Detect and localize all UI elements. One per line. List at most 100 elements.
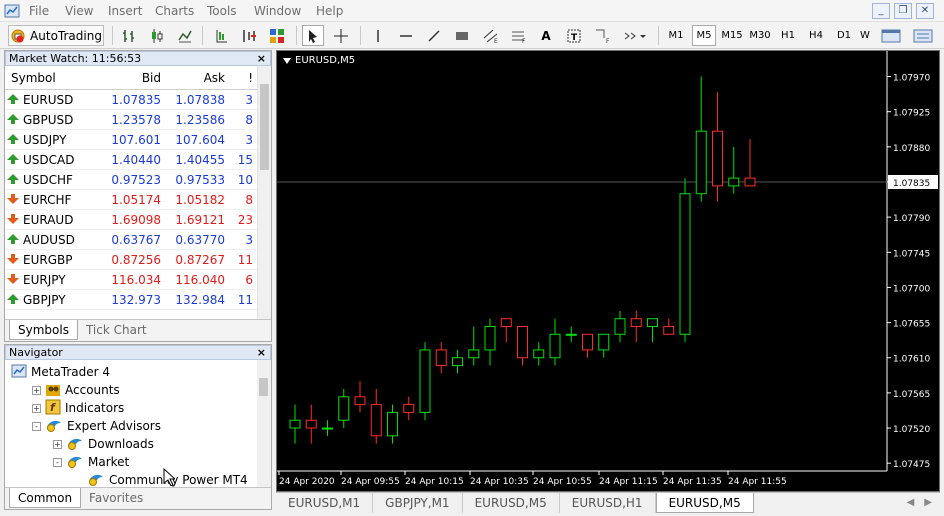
timeframe-d1[interactable]: D1 bbox=[832, 25, 856, 46]
autoscroll-icon[interactable] bbox=[238, 25, 260, 46]
column-ask[interactable]: Ask bbox=[161, 71, 225, 85]
tree-item-label: Accounts bbox=[65, 383, 120, 397]
menu-file[interactable]: File bbox=[29, 4, 49, 18]
crosshair-icon[interactable] bbox=[330, 25, 352, 46]
table-row[interactable]: USDCAD 1.40440 1.40455 15 bbox=[5, 150, 257, 170]
chart-tab[interactable]: EURUSD,M5 bbox=[655, 493, 754, 513]
text-label-icon[interactable]: T bbox=[564, 25, 584, 46]
time-label: 24 Apr 10:35 bbox=[470, 477, 529, 487]
bar-chart-icon[interactable] bbox=[118, 25, 140, 46]
tree-item[interactable]: Community Power MT4 bbox=[74, 471, 248, 488]
tree-item[interactable]: + f Indicators bbox=[32, 399, 124, 417]
candlestick-chart[interactable]: 1.07970 1.07925 1.07880 1.07835 1.07790 1.077… bbox=[277, 51, 939, 491]
table-row[interactable]: EURAUD 1.69098 1.69121 23 bbox=[5, 210, 257, 230]
scrollbar-thumb[interactable] bbox=[260, 84, 269, 170]
timeframe-m5[interactable]: M5 bbox=[692, 25, 716, 46]
table-row[interactable]: GBPJPY 132.973 132.984 11 bbox=[5, 290, 257, 310]
table-row[interactable]: EURJPY 116.034 116.040 6 bbox=[5, 270, 257, 290]
fibonacci-icon[interactable]: F bbox=[508, 25, 530, 46]
menu-charts[interactable]: Charts bbox=[155, 4, 194, 18]
expander-icon[interactable]: - bbox=[53, 457, 62, 467]
equidistant-channel-icon[interactable]: E bbox=[480, 25, 502, 46]
tab-common[interactable]: Common bbox=[9, 488, 82, 508]
line-chart-icon[interactable] bbox=[174, 25, 196, 46]
scrollbar-thumb[interactable] bbox=[259, 378, 268, 396]
chart-window[interactable]: EURUSD,M5 1.07970 1.07925 1.07880 1.07835 1.… bbox=[276, 50, 940, 492]
toolbar-window-icon[interactable] bbox=[878, 25, 904, 46]
candlestick-icon[interactable] bbox=[146, 25, 168, 46]
toolbar-options-icon[interactable] bbox=[910, 25, 936, 46]
tree-item[interactable]: MetaTrader 4 bbox=[11, 363, 110, 381]
close-icon[interactable]: × bbox=[257, 346, 266, 359]
menu-view[interactable]: View bbox=[65, 4, 93, 18]
close-icon[interactable]: × bbox=[257, 52, 266, 65]
chart-menu-triangle-icon[interactable] bbox=[283, 57, 291, 64]
expander-icon[interactable]: + bbox=[32, 403, 41, 413]
column-bid[interactable]: Bid bbox=[105, 71, 161, 85]
chart-tab[interactable]: GBPJPY,M1 bbox=[373, 493, 463, 513]
timeframe-w1[interactable]: W bbox=[858, 25, 872, 46]
column-symbol[interactable]: Symbol bbox=[5, 71, 105, 85]
chart-symbol-label: EURUSD,M5 bbox=[295, 55, 356, 66]
menu-help[interactable]: Help bbox=[316, 4, 343, 18]
arrows-dropdown-icon[interactable] bbox=[620, 25, 650, 46]
table-row[interactable]: EURGBP 0.87256 0.87267 11 bbox=[5, 250, 257, 270]
autotrading-button[interactable]: AutoTrading bbox=[8, 25, 104, 46]
menu-tools[interactable]: Tools bbox=[207, 4, 237, 18]
tree-item[interactable]: - Market bbox=[53, 453, 129, 471]
spread-cell: 11 bbox=[237, 292, 253, 307]
menu-insert[interactable]: Insert bbox=[108, 4, 142, 18]
horizontal-line-icon[interactable] bbox=[396, 25, 416, 46]
chart-tabs-scroll[interactable]: ◀ ▶ bbox=[907, 497, 932, 508]
app-icon[interactable] bbox=[4, 3, 20, 19]
navigator-panel: Navigator × MetaTrader 4 + Accounts + f Indic… bbox=[4, 344, 272, 510]
expert-advisor-icon bbox=[87, 471, 105, 489]
tab-favorites[interactable]: Favorites bbox=[81, 488, 151, 508]
rectangle-icon[interactable] bbox=[452, 25, 472, 46]
expander-icon[interactable]: - bbox=[32, 421, 41, 431]
trendline-icon[interactable] bbox=[424, 25, 444, 46]
column-spread[interactable]: ! bbox=[225, 71, 257, 85]
candle-body bbox=[565, 333, 577, 336]
table-row[interactable]: EURUSD 1.07835 1.07838 3 bbox=[5, 90, 257, 110]
table-row[interactable]: USDCHF 0.97523 0.97533 10 bbox=[5, 170, 257, 190]
tab-symbols[interactable]: Symbols bbox=[9, 320, 78, 340]
chart-tab[interactable]: EURUSD,M1 bbox=[276, 493, 374, 513]
scrollbar[interactable] bbox=[257, 360, 271, 488]
timeframe-h1[interactable]: H1 bbox=[776, 25, 800, 46]
cursor-icon[interactable] bbox=[302, 25, 324, 46]
close-window-button[interactable]: ✕ bbox=[916, 3, 934, 19]
timeframe-m1[interactable]: M1 bbox=[664, 25, 688, 46]
tree-item[interactable]: + Downloads bbox=[53, 435, 154, 453]
minimize-button[interactable]: _ bbox=[872, 3, 890, 19]
timeframe-m15[interactable]: M15 bbox=[720, 25, 744, 46]
candle-body bbox=[354, 396, 366, 406]
timeframe-m30[interactable]: M30 bbox=[748, 25, 772, 46]
scroll-left-icon[interactable]: ◀ bbox=[907, 497, 915, 508]
chart-shift-icon[interactable] bbox=[210, 25, 232, 46]
table-row[interactable]: EURCHF 1.05174 1.05182 8 bbox=[5, 190, 257, 210]
expander-icon[interactable]: + bbox=[53, 439, 62, 449]
tree-item[interactable]: - Expert Advisors bbox=[32, 417, 161, 435]
tree-item[interactable]: + Accounts bbox=[32, 381, 120, 399]
candle-body bbox=[549, 333, 561, 359]
expert-advisor-icon bbox=[66, 453, 84, 472]
text-icon[interactable]: A bbox=[536, 25, 556, 46]
menu-window[interactable]: Window bbox=[254, 4, 301, 18]
vertical-line-icon[interactable] bbox=[368, 25, 388, 46]
scrollbar[interactable] bbox=[257, 66, 271, 320]
timeframe-h4[interactable]: H4 bbox=[804, 25, 828, 46]
scroll-right-icon[interactable]: ▶ bbox=[924, 497, 932, 508]
fibo-fan-icon[interactable]: F bbox=[592, 25, 614, 46]
spread-cell: 3 bbox=[245, 232, 253, 247]
tab-tick-chart[interactable]: Tick Chart bbox=[78, 320, 155, 340]
restore-button[interactable]: ❐ bbox=[894, 3, 912, 19]
bid-cell: 1.69098 bbox=[111, 212, 161, 227]
templates-icon[interactable] bbox=[266, 25, 288, 46]
table-row[interactable]: AUDUSD 0.63767 0.63770 3 bbox=[5, 230, 257, 250]
expander-icon[interactable]: + bbox=[32, 385, 41, 395]
table-row[interactable]: USDJPY 107.601 107.604 3 bbox=[5, 130, 257, 150]
chart-tab[interactable]: EURUSD,M5 bbox=[463, 493, 560, 513]
chart-tab[interactable]: EURUSD,H1 bbox=[560, 493, 656, 513]
table-row[interactable]: GBPUSD 1.23578 1.23586 8 bbox=[5, 110, 257, 130]
